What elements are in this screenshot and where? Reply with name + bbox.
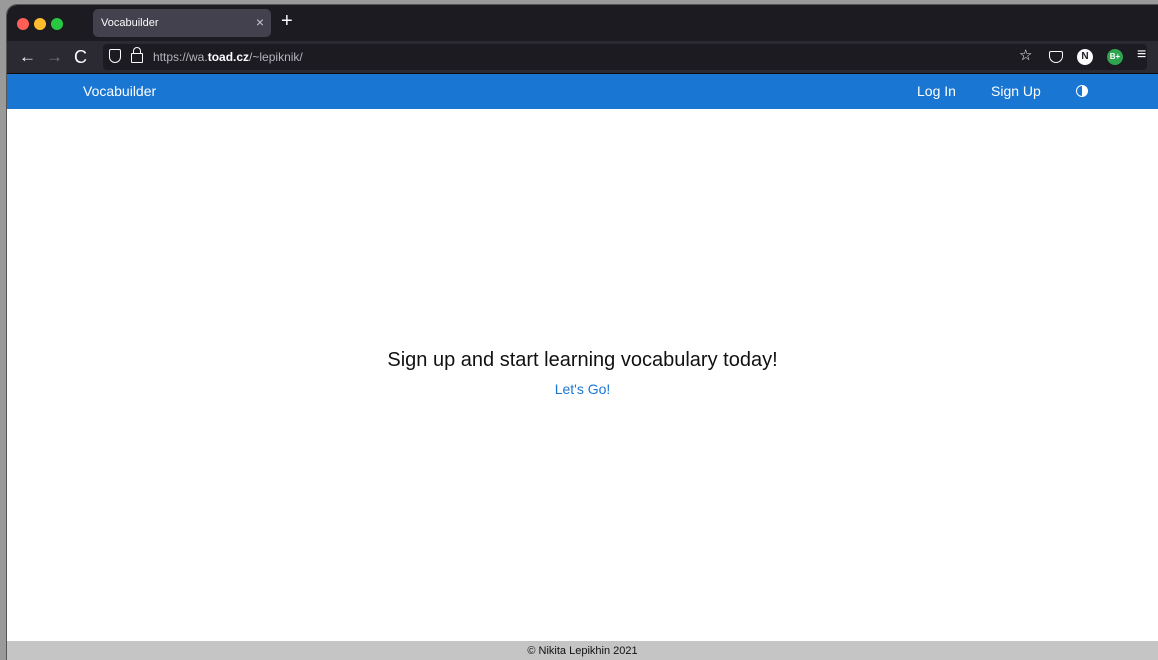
forward-icon[interactable]: → [46,47,63,67]
url-path: /~lepiknik/ [249,50,303,64]
back-icon[interactable]: ← [19,47,36,67]
shield-icon[interactable] [109,49,121,63]
theme-toggle-icon[interactable] [1076,85,1088,97]
hero-title: Sign up and start learning vocabulary to… [387,349,778,371]
url-text[interactable]: https://wa.toad.cz/~lepiknik/ [153,50,303,64]
navigation-bar: ← → C https://wa.toad.cz/~lepiknik/ ☆ N … [7,41,1158,74]
extension-n-icon[interactable]: N [1077,49,1093,65]
menu-icon[interactable]: ≡ [1137,45,1146,65]
address-bar[interactable]: https://wa.toad.cz/~lepiknik/ [103,44,1147,70]
main-content: Sign up and start learning vocabulary to… [7,109,1158,641]
footer: © Nikita Lepikhin 2021 [7,641,1158,660]
brand-link[interactable]: Vocabuilder [83,83,156,99]
extension-b-icon[interactable]: B+ [1107,49,1123,65]
url-prefix: https://wa. [153,50,208,64]
new-tab-icon[interactable]: + [281,10,293,32]
site-header: Vocabuilder Log In Sign Up [7,74,1158,109]
lets-go-link[interactable]: Let's Go! [7,381,1158,397]
login-link[interactable]: Log In [917,83,956,99]
browser-window: Vocabuilder × + ← → C https://wa.toad.cz… [7,5,1158,660]
browser-tab[interactable]: Vocabuilder × [93,9,271,37]
footer-copyright: © Nikita Lepikhin 2021 [527,645,638,657]
tab-title: Vocabuilder [101,17,159,29]
close-tab-icon[interactable]: × [256,14,264,30]
close-window-button[interactable] [17,18,29,30]
signup-link[interactable]: Sign Up [991,83,1041,99]
reload-icon[interactable]: C [74,47,87,67]
bookmark-star-icon[interactable]: ☆ [1019,46,1032,66]
minimize-window-button[interactable] [34,18,46,30]
lock-icon[interactable] [131,47,143,63]
url-host: toad.cz [207,50,250,64]
tab-bar: Vocabuilder × + [7,5,1158,41]
maximize-window-button[interactable] [51,18,63,30]
